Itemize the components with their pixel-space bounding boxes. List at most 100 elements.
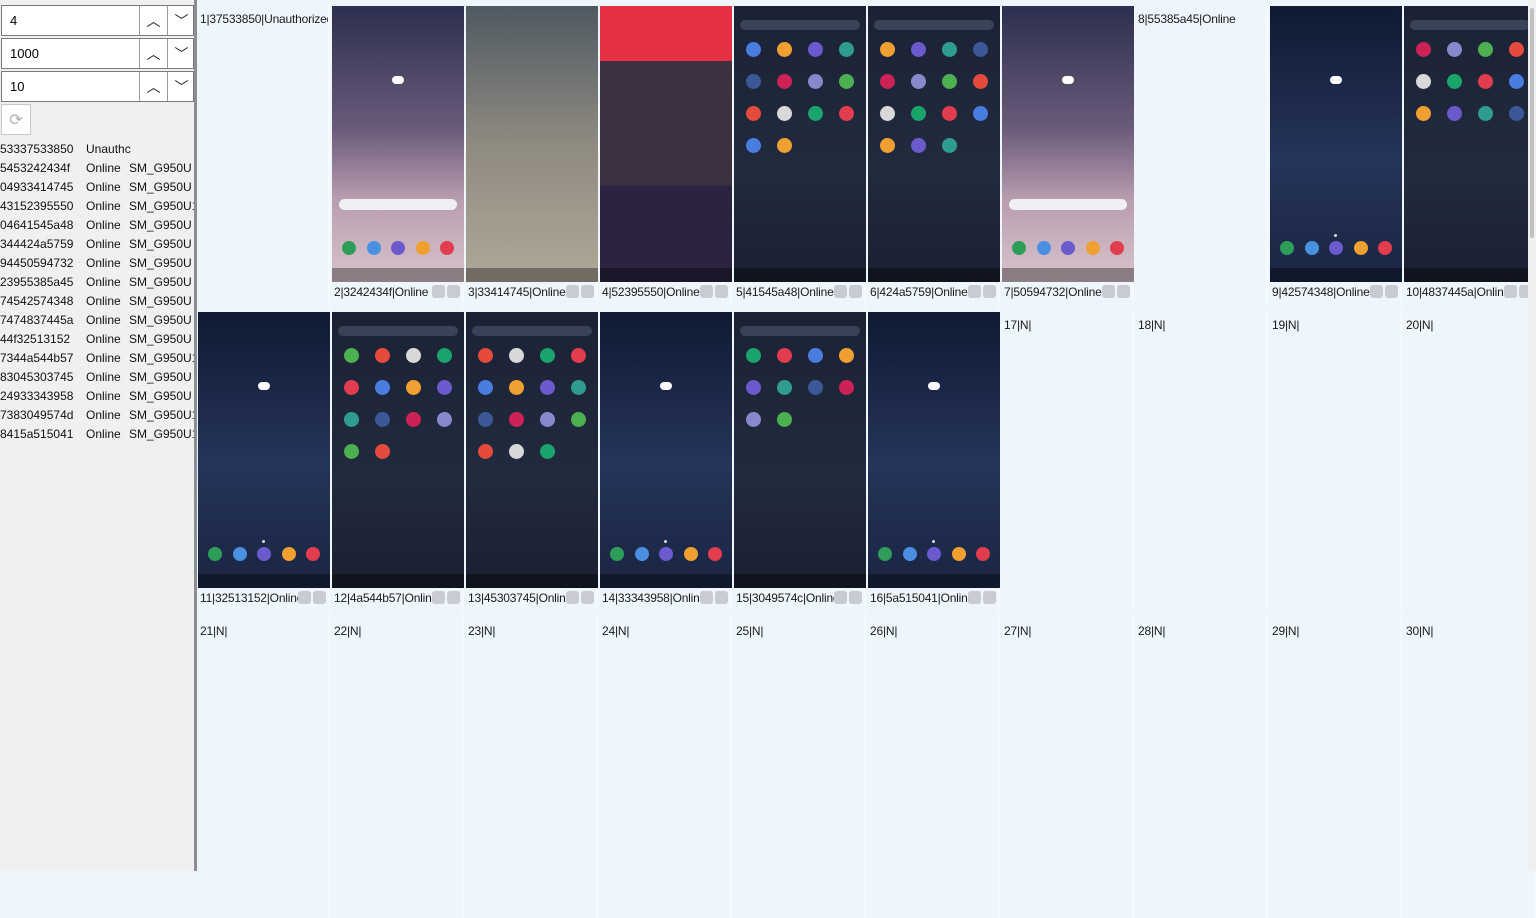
device-row[interactable]: 23955385a45 Online SM_G950U <box>0 273 194 292</box>
rotate-icon[interactable] <box>834 285 847 298</box>
rotate-icon[interactable] <box>1504 285 1517 298</box>
device-row[interactable]: 83045303745 Online SM_G950U <box>0 368 194 387</box>
device-row[interactable]: 344424a5759 Online SM_G950U <box>0 235 194 254</box>
interval-value[interactable]: 1000 <box>10 46 39 61</box>
rotate-icon[interactable] <box>968 285 981 298</box>
columns-spinbox[interactable]: 4 ︿ ﹀ <box>1 5 194 36</box>
device-screen-cell[interactable]: 26|N| <box>868 616 1000 918</box>
device-row[interactable]: 94450594732 Online SM_G950U <box>0 254 194 273</box>
device-row[interactable]: 44f32513152 Online SM_G950U <box>0 330 194 349</box>
expand-icon[interactable] <box>581 591 594 604</box>
device-screen-mirror[interactable] <box>1270 6 1402 282</box>
expand-icon[interactable] <box>849 591 862 604</box>
device-screen-cell[interactable]: 3|33414745|Online <box>466 4 598 306</box>
device-row[interactable]: 74542574348 Online SM_G950U <box>0 292 194 311</box>
device-screen-cell[interactable]: 19|N| <box>1270 310 1402 612</box>
rows-value[interactable]: 10 <box>10 79 24 94</box>
device-screen-mirror[interactable] <box>868 312 1000 588</box>
device-screen-mirror[interactable] <box>1404 6 1536 282</box>
device-row[interactable]: 04933414745 Online SM_G950U <box>0 178 194 197</box>
device-row[interactable]: 7474837445a Online SM_G950U <box>0 311 194 330</box>
rows-spinbox[interactable]: 10 ︿ ﹀ <box>1 71 194 102</box>
device-screen-cell[interactable]: 25|N| <box>734 616 866 918</box>
device-screen-mirror[interactable] <box>868 6 1000 282</box>
expand-icon[interactable] <box>849 285 862 298</box>
device-row[interactable]: 53337533850 Unauthc <box>0 140 194 159</box>
device-row[interactable]: 04641545a48 Online SM_G950U <box>0 216 194 235</box>
panel-splitter[interactable] <box>194 0 197 871</box>
device-screen-mirror[interactable] <box>466 312 598 588</box>
expand-icon[interactable] <box>581 285 594 298</box>
device-screen-mirror[interactable] <box>734 6 866 282</box>
device-screen-cell[interactable]: 1|37533850|Unauthorized <box>198 4 330 306</box>
refresh-button[interactable]: ⟳ <box>1 104 31 135</box>
device-screen-mirror[interactable] <box>734 312 866 588</box>
device-screen-cell[interactable]: 7|50594732|Online <box>1002 4 1134 306</box>
interval-spinbox[interactable]: 1000 ︿ ﹀ <box>1 38 194 69</box>
rotate-icon[interactable] <box>432 591 445 604</box>
device-row[interactable]: 24933343958 Online SM_G950U <box>0 387 194 406</box>
device-row[interactable]: 7383049574d Online SM_G950U1 <box>0 406 194 425</box>
device-screen-cell[interactable]: 17|N| <box>1002 310 1134 612</box>
interval-down-button[interactable]: ﹀ <box>167 39 195 68</box>
rotate-icon[interactable] <box>968 591 981 604</box>
device-screen-cell[interactable]: 10|4837445a|Online <box>1404 4 1536 306</box>
columns-value[interactable]: 4 <box>10 13 17 28</box>
device-screen-cell[interactable]: 23|N| <box>466 616 598 918</box>
device-screen-cell[interactable]: 28|N| <box>1136 616 1268 918</box>
device-screen-mirror[interactable] <box>332 312 464 588</box>
device-screen-cell[interactable]: 9|42574348|Online <box>1270 4 1402 306</box>
expand-icon[interactable] <box>983 285 996 298</box>
device-screen-cell[interactable]: 18|N| <box>1136 310 1268 612</box>
device-screen-cell[interactable]: 6|424a5759|Online <box>868 4 1000 306</box>
device-screen-cell[interactable]: 14|33343958|Online <box>600 310 732 612</box>
interval-up-button[interactable]: ︿ <box>139 39 167 68</box>
device-screen-mirror[interactable] <box>466 6 598 282</box>
expand-icon[interactable] <box>447 591 460 604</box>
device-row[interactable]: 7344a544b57 Online SM_G950U1 <box>0 349 194 368</box>
scrollbar-thumb[interactable] <box>1530 8 1534 238</box>
rotate-icon[interactable] <box>432 285 445 298</box>
device-screen-cell[interactable]: 2|3242434f|Online <box>332 4 464 306</box>
device-screen-cell[interactable]: 27|N| <box>1002 616 1134 918</box>
device-screen-cell[interactable]: 13|45303745|Online <box>466 310 598 612</box>
device-screen-cell[interactable]: 30|N| <box>1404 616 1536 918</box>
expand-icon[interactable] <box>447 285 460 298</box>
device-row[interactable]: 43152395550 Online SM_G950U1 <box>0 197 194 216</box>
device-screen-cell[interactable]: 15|3049574c|Online <box>734 310 866 612</box>
device-screen-cell[interactable]: 24|N| <box>600 616 732 918</box>
device-screen-cell[interactable]: 29|N| <box>1270 616 1402 918</box>
rows-down-button[interactable]: ﹀ <box>167 72 195 101</box>
expand-icon[interactable] <box>983 591 996 604</box>
rotate-icon[interactable] <box>298 591 311 604</box>
expand-icon[interactable] <box>1117 285 1130 298</box>
device-row[interactable]: 5453242434f Online SM_G950U <box>0 159 194 178</box>
device-screen-cell[interactable]: 8|55385a45|Online <box>1136 4 1268 306</box>
device-screen-cell[interactable]: 5|41545a48|Online <box>734 4 866 306</box>
device-screen-mirror[interactable] <box>1002 6 1134 282</box>
rotate-icon[interactable] <box>1370 285 1383 298</box>
rotate-icon[interactable] <box>700 591 713 604</box>
device-row[interactable]: 8415a515041 Online SM_G950U1 <box>0 425 194 444</box>
columns-up-button[interactable]: ︿ <box>139 6 167 35</box>
device-screen-cell[interactable]: 12|4a544b57|Online <box>332 310 464 612</box>
rotate-icon[interactable] <box>700 285 713 298</box>
rows-up-button[interactable]: ︿ <box>139 72 167 101</box>
device-screen-cell[interactable]: 21|N| <box>198 616 330 918</box>
columns-down-button[interactable]: ﹀ <box>167 6 195 35</box>
device-screen-cell[interactable]: 22|N| <box>332 616 464 918</box>
device-screen-cell[interactable]: 20|N| <box>1404 310 1536 612</box>
expand-icon[interactable] <box>1385 285 1398 298</box>
device-screen-mirror[interactable] <box>600 312 732 588</box>
vertical-scrollbar[interactable] <box>1528 0 1536 871</box>
device-screen-cell[interactable]: 16|5a515041|Online <box>868 310 1000 612</box>
device-screen-mirror[interactable] <box>332 6 464 282</box>
expand-icon[interactable] <box>715 591 728 604</box>
device-screen-cell[interactable]: 11|32513152|Online <box>198 310 330 612</box>
device-screen-mirror[interactable] <box>600 6 732 282</box>
expand-icon[interactable] <box>715 285 728 298</box>
device-screen-cell[interactable]: 4|52395550|Online <box>600 4 732 306</box>
rotate-icon[interactable] <box>834 591 847 604</box>
rotate-icon[interactable] <box>566 285 579 298</box>
expand-icon[interactable] <box>313 591 326 604</box>
